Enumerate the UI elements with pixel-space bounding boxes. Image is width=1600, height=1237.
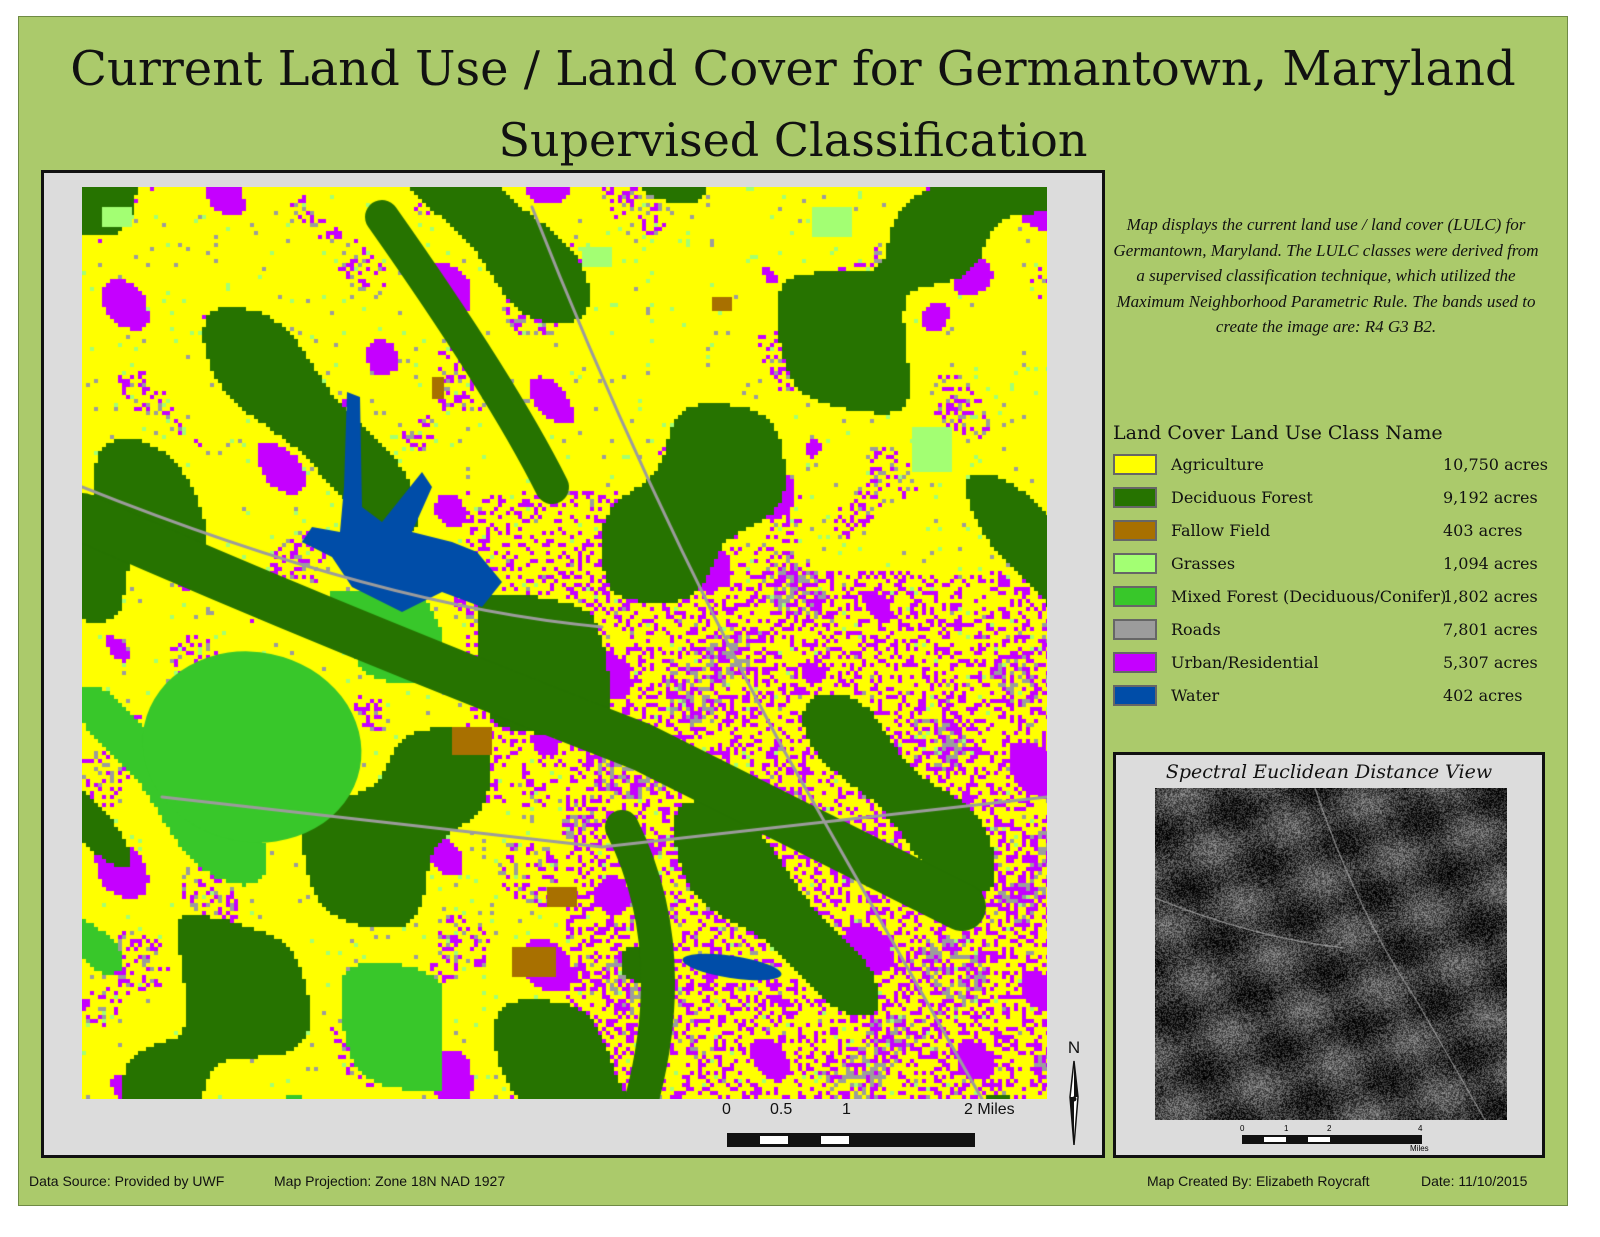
scale-label: 0 bbox=[722, 1101, 731, 1118]
scale-bar-graphic bbox=[727, 1133, 975, 1147]
legend-class-name: Roads bbox=[1171, 620, 1221, 639]
date-text: Date: 11/10/2015 bbox=[1421, 1173, 1528, 1189]
inset-scale-label: 4 bbox=[1418, 1124, 1423, 1133]
legend-class-area: 1,802 acres bbox=[1443, 587, 1538, 606]
main-map-frame: N 0 0.5 1 2 Miles bbox=[41, 170, 1105, 1158]
legend-class-area: 9,192 acres bbox=[1443, 488, 1538, 507]
north-arrow-icon: N bbox=[1068, 1038, 1080, 1146]
legend-swatch bbox=[1113, 652, 1157, 673]
legend-row-water: Water 402 acres bbox=[1113, 683, 1563, 716]
map-subtitle: Supervised Classification bbox=[498, 113, 1088, 167]
map-description: Map displays the current land use / land… bbox=[1113, 215, 1539, 336]
scale-label: 1 bbox=[842, 1101, 851, 1118]
legend-swatch bbox=[1113, 487, 1157, 508]
inset-scale-label: 1 bbox=[1284, 1124, 1289, 1133]
legend-class-area: 5,307 acres bbox=[1443, 653, 1538, 672]
legend-class-area: 10,750 acres bbox=[1443, 455, 1548, 474]
legend-row-fallow-field: Fallow Field 403 acres bbox=[1113, 518, 1563, 551]
legend-class-area: 402 acres bbox=[1443, 686, 1523, 705]
inset-scale-units: Miles bbox=[1410, 1144, 1429, 1153]
legend-class-name: Grasses bbox=[1171, 554, 1236, 573]
author-text: Map Created By: Elizabeth Roycraft bbox=[1147, 1173, 1370, 1189]
inset-scale-label: 2 bbox=[1327, 1124, 1332, 1133]
inset-scale-label: 0 bbox=[1240, 1124, 1245, 1133]
legend-class-name: Agriculture bbox=[1171, 455, 1264, 474]
legend-row-urban-residential: Urban/Residential 5,307 acres bbox=[1113, 650, 1563, 683]
land-cover-classification-raster bbox=[82, 187, 1047, 1099]
scale-label: 2 Miles bbox=[964, 1101, 1015, 1118]
spectral-distance-raster bbox=[1155, 788, 1507, 1120]
legend-class-name: Urban/Residential bbox=[1171, 653, 1319, 672]
legend-row-deciduous-forest: Deciduous Forest 9,192 acres bbox=[1113, 485, 1563, 518]
data-source-text: Data Source: Provided by UWF bbox=[29, 1173, 225, 1189]
map-title: Current Land Use / Land Cover for German… bbox=[70, 41, 1516, 97]
legend-class-area: 7,801 acres bbox=[1443, 620, 1538, 639]
legend-row-roads: Roads 7,801 acres bbox=[1113, 617, 1563, 650]
scale-label: 0.5 bbox=[770, 1101, 793, 1118]
legend-class-area: 403 acres bbox=[1443, 521, 1523, 540]
spectral-inset-frame: Spectral Euclidean Distance View 0 1 2 4… bbox=[1113, 752, 1545, 1158]
legend-row-mixed-forest: Mixed Forest (Deciduous/Conifer) 1,802 a… bbox=[1113, 584, 1563, 617]
legend-swatch bbox=[1113, 520, 1157, 541]
map-scale-bar: 0 0.5 1 2 Miles bbox=[704, 1101, 1024, 1151]
inset-scale-bar: 0 1 2 4 Miles bbox=[1240, 1124, 1440, 1154]
map-layout-sheet: Current Land Use / Land Cover for German… bbox=[18, 16, 1568, 1206]
legend-class-name: Water bbox=[1171, 686, 1220, 705]
legend-swatch bbox=[1113, 454, 1157, 475]
inset-title: Spectral Euclidean Distance View bbox=[1165, 761, 1493, 783]
legend-title: Land Cover Land Use Class Name bbox=[1113, 422, 1443, 444]
projection-text: Map Projection: Zone 18N NAD 1927 bbox=[274, 1173, 506, 1189]
north-label: N bbox=[1068, 1038, 1080, 1057]
legend-row-grasses: Grasses 1,094 acres bbox=[1113, 551, 1563, 584]
legend-class-name: Mixed Forest (Deciduous/Conifer) bbox=[1171, 587, 1447, 606]
legend-swatch bbox=[1113, 586, 1157, 607]
legend-class-name: Deciduous Forest bbox=[1171, 488, 1313, 507]
legend-swatch bbox=[1113, 619, 1157, 640]
legend-class-name: Fallow Field bbox=[1171, 521, 1271, 540]
legend-swatch bbox=[1113, 553, 1157, 574]
legend-row-agriculture: Agriculture 10,750 acres bbox=[1113, 452, 1563, 485]
legend-swatch bbox=[1113, 685, 1157, 706]
legend-class-area: 1,094 acres bbox=[1443, 554, 1538, 573]
legend: Land Cover Land Use Class Name Agricultu… bbox=[1113, 422, 1563, 716]
inset-scale-graphic bbox=[1242, 1135, 1422, 1144]
